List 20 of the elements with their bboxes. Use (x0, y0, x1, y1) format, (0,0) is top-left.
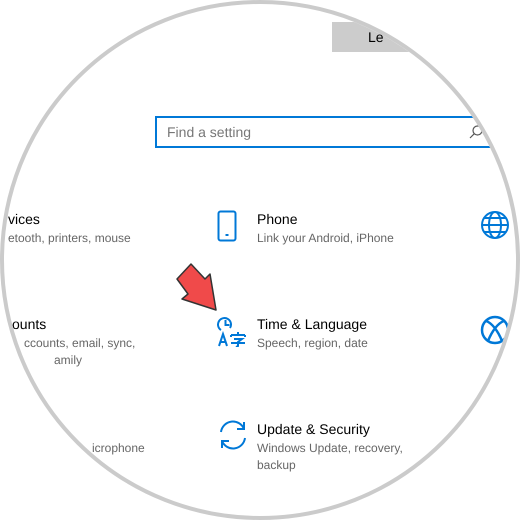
setting-description: Windows Update, recovery, (257, 440, 403, 457)
setting-title[interactable]: Time & Language (257, 315, 368, 333)
setting-title[interactable]: Phone (257, 210, 394, 228)
setting-description: icrophone (91, 440, 146, 457)
game-controller-ball-icon (480, 315, 510, 345)
sync-icon (217, 420, 249, 450)
setting-description: amily (53, 352, 84, 369)
setting-description: Speech, region, date (257, 335, 368, 352)
clock-language-icon (217, 315, 247, 347)
pointer-arrow (176, 262, 218, 312)
globe-icon (480, 210, 510, 240)
phone-icon (217, 210, 237, 242)
setting-title: vices (7, 210, 41, 228)
setting-description: etooth, printers, mouse (7, 230, 132, 247)
search-icon (469, 125, 483, 139)
setting-description: backup (257, 457, 297, 474)
setting-title[interactable]: Update & Security (257, 420, 403, 438)
setting-description: ccounts, email, sync, (23, 335, 136, 352)
setting-title: ounts (11, 315, 48, 333)
setting-description: Link your Android, iPhone (257, 230, 394, 247)
